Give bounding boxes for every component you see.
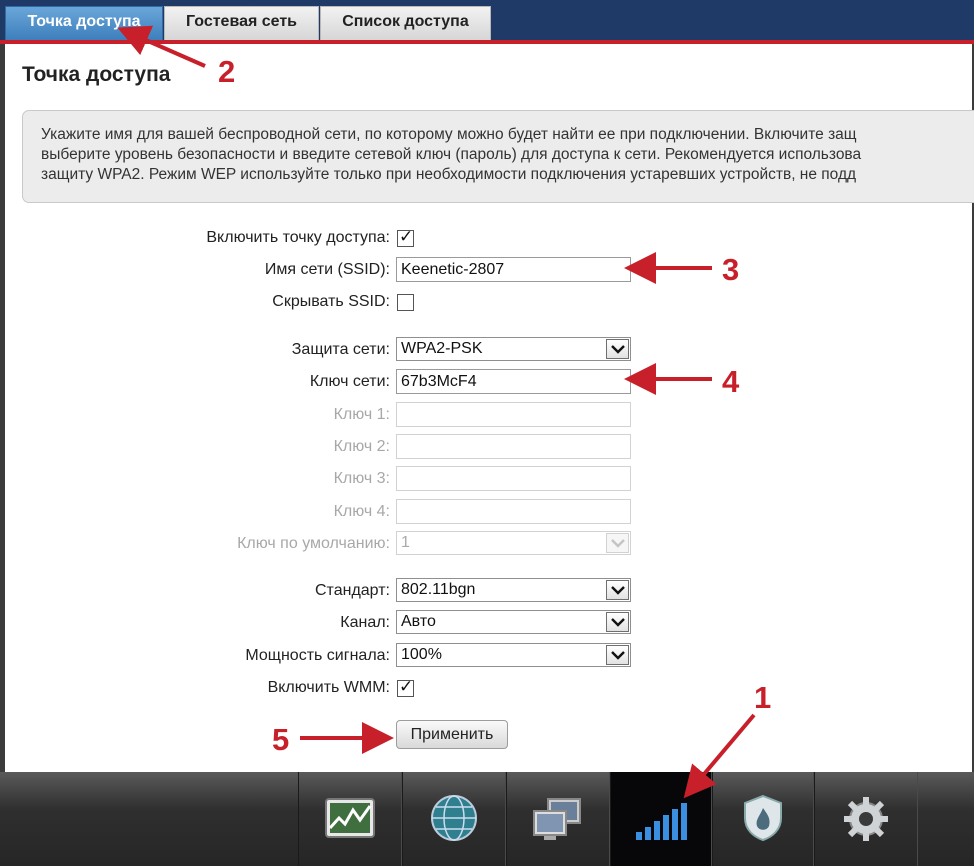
checkmark-icon: ✓ [399, 677, 414, 696]
network-key-input[interactable]: 67b3McF4 [396, 369, 631, 394]
wifi-signal-icon [636, 803, 687, 840]
page-title: Точка доступа [22, 63, 171, 86]
annotation-number-4: 4 [722, 364, 740, 399]
nav-item-monitor[interactable] [298, 772, 402, 866]
tab-underline [0, 40, 974, 44]
globe-icon [431, 795, 477, 841]
info-box: Укажите имя для вашей беспроводной сети,… [22, 110, 974, 203]
tab-guest-network[interactable]: Гостевая сеть [164, 6, 319, 40]
network-computers-icon [533, 798, 581, 840]
enable-ap-label: Включить точку доступа: [206, 229, 390, 246]
key1-label: Ключ 1: [333, 406, 390, 423]
gear-icon [844, 797, 888, 841]
default-key-select[interactable]: 1 [396, 531, 631, 555]
annotation-number-2: 2 [218, 54, 236, 89]
chart-icon [325, 798, 375, 838]
default-key-label: Ключ по умолчанию: [237, 535, 390, 552]
channel-label: Канал: [340, 614, 390, 631]
key4-input[interactable] [396, 499, 631, 524]
standard-label: Стандарт: [315, 582, 390, 599]
key2-label: Ключ 2: [333, 438, 390, 455]
key2-input[interactable] [396, 434, 631, 459]
nav-item-system[interactable] [814, 772, 918, 866]
chevron-down-icon [606, 612, 629, 632]
security-shield-icon [744, 794, 782, 842]
standard-select-value: 802.11bgn [401, 581, 476, 598]
frame-border-left [0, 44, 5, 772]
tab-access-list[interactable]: Список доступа [320, 6, 491, 40]
wmm-checkbox[interactable]: ✓ [397, 677, 414, 697]
ssid-input[interactable]: Keenetic-2807 [396, 257, 631, 282]
annotation-number-1: 1 [754, 680, 772, 715]
hide-ssid-label: Скрывать SSID: [272, 293, 390, 310]
bottom-nav-bar [0, 772, 974, 866]
info-line-3: защиту WPA2. Режим WEP используйте тольк… [41, 166, 857, 183]
wmm-label: Включить WMM: [267, 679, 390, 696]
key3-label: Ключ 3: [333, 470, 390, 487]
annotation-number-3: 3 [722, 252, 740, 287]
enable-ap-checkbox[interactable]: ✓ [397, 227, 414, 247]
power-select-value: 100% [401, 646, 442, 663]
info-line-2: выберите уровень безопасности и введите … [41, 146, 862, 163]
key1-input[interactable] [396, 402, 631, 427]
apply-button[interactable]: Применить [396, 720, 508, 749]
nav-item-wifi[interactable] [610, 772, 712, 866]
key3-input[interactable] [396, 466, 631, 491]
tab-access-point[interactable]: Точка доступа [5, 6, 163, 40]
ssid-label: Имя сети (SSID): [264, 261, 390, 278]
info-line-1: Укажите имя для вашей беспроводной сети,… [41, 126, 857, 143]
annotation-number-5: 5 [272, 722, 290, 757]
channel-select[interactable]: Авто [396, 610, 631, 634]
hide-ssid-checkbox[interactable] [397, 294, 414, 311]
nav-item-security[interactable] [712, 772, 814, 866]
nav-item-internet[interactable] [402, 772, 506, 866]
standard-select[interactable]: 802.11bgn [396, 578, 631, 602]
security-select-value: WPA2-PSK [401, 340, 483, 357]
chevron-down-icon [606, 580, 629, 600]
default-key-value: 1 [401, 534, 410, 551]
chevron-down-icon [606, 645, 629, 665]
power-label: Мощность сигнала: [245, 647, 390, 664]
checkmark-icon: ✓ [399, 227, 414, 246]
security-select[interactable]: WPA2-PSK [396, 337, 631, 361]
key4-label: Ключ 4: [333, 503, 390, 520]
chevron-down-icon [606, 339, 629, 359]
power-select[interactable]: 100% [396, 643, 631, 667]
security-label: Защита сети: [291, 341, 390, 358]
nav-item-home-network[interactable] [506, 772, 610, 866]
chevron-down-icon [606, 533, 629, 553]
network-key-label: Ключ сети: [309, 373, 390, 390]
channel-select-value: Авто [401, 613, 436, 630]
